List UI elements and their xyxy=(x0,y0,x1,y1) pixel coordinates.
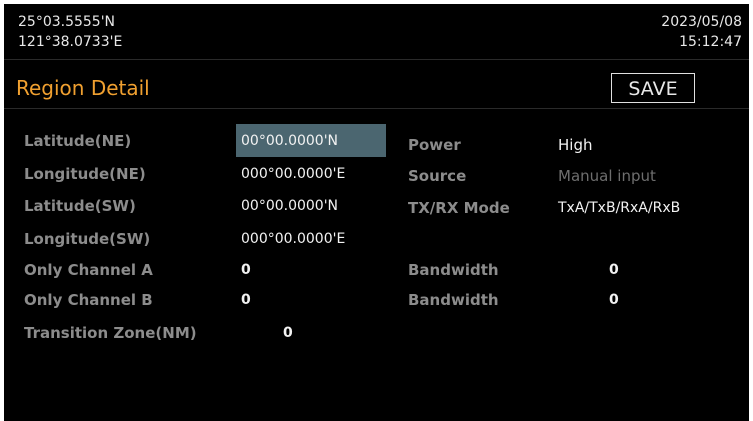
value-txrx-mode[interactable]: TxA/TxB/RxA/RxB xyxy=(558,200,680,216)
value-bandwidth-a[interactable]: 0 xyxy=(609,262,619,278)
label-source: Source xyxy=(408,167,467,185)
value-only-channel-b[interactable]: 0 xyxy=(241,292,251,308)
label-bandwidth-b: Bandwidth xyxy=(408,291,499,309)
value-latitude-sw[interactable]: 00°00.0000'N xyxy=(241,198,338,214)
value-transition-zone[interactable]: 0 xyxy=(283,325,293,341)
label-longitude-sw: Longitude(SW) xyxy=(24,230,151,248)
label-power: Power xyxy=(408,136,461,154)
value-latitude-ne[interactable]: 00°00.0000'N xyxy=(241,133,338,149)
title-divider xyxy=(4,108,749,109)
label-bandwidth-a: Bandwidth xyxy=(408,261,499,279)
label-latitude-sw: Latitude(SW) xyxy=(24,197,136,215)
header-divider xyxy=(4,59,749,60)
value-power[interactable]: High xyxy=(558,136,592,154)
value-longitude-ne[interactable]: 000°00.0000'E xyxy=(241,166,345,182)
header-time: 15:12:47 xyxy=(679,34,742,50)
label-transition-zone: Transition Zone(NM) xyxy=(24,324,197,342)
value-only-channel-a[interactable]: 0 xyxy=(241,262,251,278)
save-button[interactable]: SAVE xyxy=(611,73,695,103)
page-title: Region Detail xyxy=(16,76,150,100)
device-screen: 25°03.5555'N 121°38.0733'E 2023/05/08 15… xyxy=(4,4,749,421)
value-longitude-sw[interactable]: 000°00.0000'E xyxy=(241,231,345,247)
header-date: 2023/05/08 xyxy=(661,14,742,30)
gps-latitude: 25°03.5555'N xyxy=(18,14,116,30)
label-txrx-mode: TX/RX Mode xyxy=(408,199,510,217)
gps-longitude: 121°38.0733'E xyxy=(18,34,123,50)
value-source: Manual input xyxy=(558,167,656,185)
label-only-channel-a: Only Channel A xyxy=(24,261,153,279)
label-only-channel-b: Only Channel B xyxy=(24,291,153,309)
label-latitude-ne: Latitude(NE) xyxy=(24,132,132,150)
value-bandwidth-b[interactable]: 0 xyxy=(609,292,619,308)
label-longitude-ne: Longitude(NE) xyxy=(24,165,146,183)
